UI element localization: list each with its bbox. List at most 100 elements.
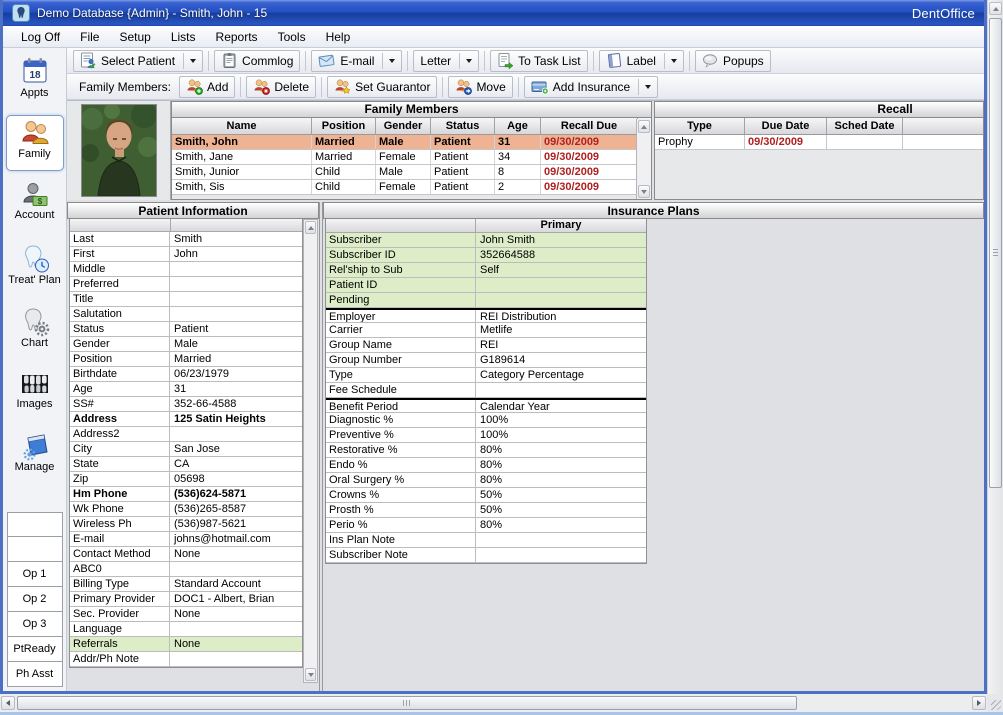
patient-info-row[interactable]: SS#352-66-4588 — [70, 397, 302, 412]
insurance-row[interactable]: Pending — [326, 293, 646, 308]
horizontal-scrollbar-thumb[interactable] — [17, 696, 797, 710]
move-family-member-button[interactable]: Move — [448, 76, 512, 98]
insurance-row[interactable]: Ins Plan Note — [326, 533, 646, 548]
patient-info-row[interactable]: Wireless Ph(536)987-5621 — [70, 517, 302, 532]
family-member-row[interactable]: Smith, JuniorChildMalePatient809/30/2009 — [172, 165, 651, 180]
op-button-ph-asst[interactable]: Ph Asst — [7, 662, 63, 687]
scroll-up-arrow[interactable] — [638, 120, 650, 133]
scroll-up-arrow[interactable] — [989, 2, 1002, 15]
patient-info-row[interactable]: StateCA — [70, 457, 302, 472]
insurance-row[interactable]: Perio %80% — [326, 518, 646, 533]
patient-info-row[interactable]: Salutation — [70, 307, 302, 322]
insurance-row[interactable]: Subscriber ID352664588 — [326, 248, 646, 263]
insurance-row[interactable]: EmployerREI Distribution — [326, 308, 646, 323]
patient-info-row[interactable]: Zip05698 — [70, 472, 302, 487]
sidebar-item-appts[interactable]: 18 Appts — [6, 52, 64, 108]
chevron-down-icon[interactable] — [190, 59, 196, 63]
to-task-list-button[interactable]: To Task List — [490, 50, 587, 72]
patient-info-row[interactable]: Birthdate06/23/1979 — [70, 367, 302, 382]
menu-item-file[interactable]: File — [70, 28, 109, 46]
scroll-left-arrow[interactable] — [1, 696, 15, 710]
patient-info-row[interactable]: GenderMale — [70, 337, 302, 352]
patient-info-row[interactable]: Wk Phone(536)265-8587 — [70, 502, 302, 517]
select-patient-button[interactable]: Select Patient — [73, 50, 203, 72]
patient-info-row[interactable]: Title — [70, 292, 302, 307]
insurance-row[interactable]: Prosth %50% — [326, 503, 646, 518]
insurance-row[interactable]: Group NumberG189614 — [326, 353, 646, 368]
scroll-down-arrow[interactable] — [638, 185, 650, 198]
patient-info-row[interactable]: Middle — [70, 262, 302, 277]
insurance-row[interactable]: Diagnostic %100% — [326, 413, 646, 428]
menu-item-help[interactable]: Help — [316, 28, 361, 46]
patient-info-row[interactable]: PositionMarried — [70, 352, 302, 367]
sidebar-item-manage[interactable]: Manage — [6, 430, 64, 486]
op-button-ptready[interactable]: PtReady — [7, 637, 63, 662]
chevron-down-icon[interactable] — [389, 59, 395, 63]
patient-info-row[interactable]: ABC0 — [70, 562, 302, 577]
recall-row[interactable]: Prophy09/30/2009 — [655, 135, 984, 150]
menu-item-log-off[interactable]: Log Off — [11, 28, 70, 46]
patient-info-row[interactable]: E-mailjohns@hotmail.com — [70, 532, 302, 547]
commlog-button[interactable]: Commlog — [214, 50, 300, 72]
popups-button[interactable]: Popups — [695, 50, 771, 72]
patient-info-row[interactable]: Address2 — [70, 427, 302, 442]
family-member-row[interactable]: Smith, SisChildFemalePatient209/30/2009 — [172, 180, 651, 195]
patient-info-row[interactable]: LastSmith — [70, 232, 302, 247]
resize-grip[interactable] — [987, 694, 1003, 712]
patient-information-scrollbar[interactable] — [303, 219, 318, 683]
patient-info-row[interactable]: Hm Phone(536)624-5871 — [70, 487, 302, 502]
insurance-row[interactable]: Rel'ship to SubSelf — [326, 263, 646, 278]
patient-info-row[interactable]: Age31 — [70, 382, 302, 397]
sidebar-item-chart[interactable]: Chart — [6, 304, 64, 360]
vertical-scrollbar[interactable] — [987, 0, 1003, 712]
horizontal-scrollbar[interactable] — [0, 694, 987, 712]
insurance-row[interactable]: TypeCategory Percentage — [326, 368, 646, 383]
insurance-row[interactable]: Benefit PeriodCalendar Year — [326, 398, 646, 413]
scroll-up-arrow[interactable] — [305, 221, 316, 234]
menu-item-setup[interactable]: Setup — [109, 28, 160, 46]
patient-info-row[interactable]: CitySan Jose — [70, 442, 302, 457]
insurance-row[interactable]: CarrierMetlife — [326, 323, 646, 338]
scroll-down-arrow[interactable] — [305, 668, 316, 681]
patient-info-row[interactable]: ReferralsNone — [70, 637, 302, 652]
add-insurance-button[interactable]: Add Insurance — [524, 76, 658, 98]
sidebar-item-treat-plan[interactable]: Treat' Plan — [6, 241, 64, 297]
patient-info-row[interactable]: Addr/Ph Note — [70, 652, 302, 667]
insurance-row[interactable]: Patient ID — [326, 278, 646, 293]
add-family-member-button[interactable]: Add — [179, 76, 235, 98]
letter-button[interactable]: Letter — [413, 50, 479, 72]
sidebar-item-family[interactable]: Family — [6, 115, 64, 171]
op-button-empty[interactable] — [7, 537, 63, 562]
op-button-op-3[interactable]: Op 3 — [7, 612, 63, 637]
op-button-op-2[interactable]: Op 2 — [7, 587, 63, 612]
op-button-op-1[interactable]: Op 1 — [7, 562, 63, 587]
insurance-row[interactable]: Fee Schedule — [326, 383, 646, 398]
sidebar-item-images[interactable]: Images — [6, 367, 64, 423]
email-button[interactable]: E-mail — [311, 50, 402, 72]
insurance-row[interactable]: Restorative %80% — [326, 443, 646, 458]
family-member-row[interactable]: Smith, JohnMarriedMalePatient3109/30/200… — [172, 135, 651, 150]
sidebar-item-account[interactable]: $ Account — [6, 178, 64, 234]
insurance-row[interactable]: SubscriberJohn Smith — [326, 233, 646, 248]
set-guarantor-button[interactable]: Set Guarantor — [327, 76, 437, 98]
chevron-down-icon[interactable] — [466, 59, 472, 63]
insurance-row[interactable]: Group NameREI — [326, 338, 646, 353]
op-button-empty[interactable] — [7, 512, 63, 537]
delete-family-member-button[interactable]: Delete — [246, 76, 316, 98]
insurance-row[interactable]: Endo %80% — [326, 458, 646, 473]
patient-info-row[interactable]: Billing TypeStandard Account — [70, 577, 302, 592]
patient-info-row[interactable]: Primary ProviderDOC1 - Albert, Brian — [70, 592, 302, 607]
patient-info-row[interactable]: Preferred — [70, 277, 302, 292]
insurance-row[interactable]: Preventive %100% — [326, 428, 646, 443]
label-button[interactable]: Label — [599, 50, 684, 72]
menu-item-reports[interactable]: Reports — [206, 28, 268, 46]
vertical-scrollbar-thumb[interactable] — [989, 18, 1002, 488]
insurance-row[interactable]: Oral Surgery %80% — [326, 473, 646, 488]
chevron-down-icon[interactable] — [671, 59, 677, 63]
title-bar[interactable]: Demo Database {Admin} - Smith, John - 15… — [3, 0, 984, 26]
insurance-row[interactable]: Crowns %50% — [326, 488, 646, 503]
chevron-down-icon[interactable] — [645, 85, 651, 89]
scroll-right-arrow[interactable] — [972, 696, 986, 710]
family-grid-scrollbar[interactable] — [636, 119, 651, 199]
insurance-row[interactable]: Subscriber Note — [326, 548, 646, 563]
